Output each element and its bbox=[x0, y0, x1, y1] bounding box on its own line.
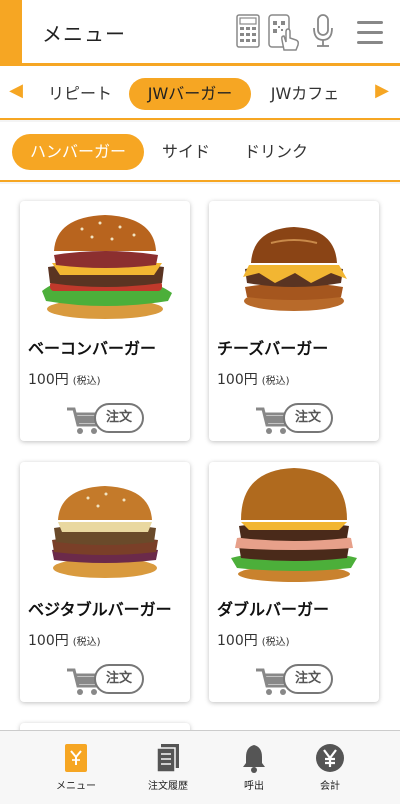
tax-note: (税込) bbox=[261, 637, 290, 648]
cheese-burger-image bbox=[211, 203, 377, 325]
scroll-left-arrow-icon[interactable]: ◀ bbox=[6, 80, 26, 102]
qr-scan-icon[interactable] bbox=[268, 14, 300, 52]
nav-label: 会計 bbox=[320, 781, 340, 792]
nav-label: 注文履歴 bbox=[148, 781, 188, 792]
microphone-icon[interactable] bbox=[312, 14, 334, 48]
product-price: 100円 (税込) bbox=[217, 369, 290, 389]
hamburger-menu-icon[interactable] bbox=[356, 18, 384, 48]
product-name: ベジタブルバーガー bbox=[28, 600, 172, 619]
tab-sub-drink[interactable]: ドリンク bbox=[232, 134, 320, 170]
product-name: ベーコンバーガー bbox=[28, 339, 157, 358]
tab-category-jw-cafe[interactable]: JWカフェ bbox=[256, 78, 354, 110]
product-grid: ベーコンバーガー 100円 (税込) 注文 チーズバーガー 100円 (税込) 注文 bbox=[0, 184, 400, 730]
price-value: 100円 bbox=[28, 633, 69, 649]
nav-item-menu[interactable]: メニュー bbox=[40, 743, 112, 799]
menu-book-icon bbox=[65, 744, 87, 772]
order-button[interactable]: 注文 bbox=[283, 664, 333, 694]
nav-label: 呼出 bbox=[244, 781, 264, 792]
product-card[interactable]: チーズバーガー 100円 (税込) 注文 bbox=[209, 201, 379, 441]
order-button[interactable]: 注文 bbox=[283, 403, 333, 433]
category-tab-bar: ◀ リピート JWバーガー JWカフェ ▶ bbox=[0, 66, 400, 120]
app-header: メニュー bbox=[0, 0, 400, 66]
tab-category-repeat[interactable]: リピート bbox=[36, 78, 124, 110]
product-price: 100円 (税込) bbox=[217, 630, 290, 650]
page-title: メニュー bbox=[42, 22, 126, 46]
nav-item-order-history[interactable]: 注文履歴 bbox=[132, 743, 204, 799]
product-card[interactable]: ベーコンバーガー 100円 (税込) 注文 bbox=[20, 201, 190, 441]
scroll-right-arrow-icon[interactable]: ▶ bbox=[372, 80, 392, 102]
order-button[interactable]: 注文 bbox=[94, 403, 144, 433]
product-name: ダブルバーガー bbox=[217, 600, 330, 619]
yen-coin-icon bbox=[316, 744, 344, 772]
order-button[interactable]: 注文 bbox=[94, 664, 144, 694]
product-card[interactable] bbox=[20, 723, 190, 730]
product-price: 100円 (税込) bbox=[28, 369, 101, 389]
nav-item-checkout[interactable]: 会計 bbox=[294, 743, 366, 799]
double-burger-image bbox=[211, 464, 377, 586]
tab-sub-side[interactable]: サイド bbox=[150, 134, 222, 170]
product-price: 100円 (税込) bbox=[28, 630, 101, 650]
price-value: 100円 bbox=[217, 372, 258, 388]
product-card[interactable]: ダブルバーガー 100円 (税込) 注文 bbox=[209, 462, 379, 702]
product-name: チーズバーガー bbox=[217, 339, 329, 358]
vegetable-burger-image bbox=[22, 464, 188, 586]
bacon-burger-image bbox=[22, 203, 188, 325]
price-value: 100円 bbox=[217, 633, 258, 649]
price-value: 100円 bbox=[28, 372, 69, 388]
tax-note: (税込) bbox=[72, 637, 101, 648]
bottom-navigation: メニュー 注文履歴 呼出 会計 bbox=[0, 730, 400, 804]
order-history-icon bbox=[156, 744, 179, 773]
tax-note: (税込) bbox=[261, 376, 290, 387]
calculator-icon[interactable] bbox=[236, 14, 260, 48]
tab-sub-hamburger[interactable]: ハンバーガー bbox=[12, 134, 144, 170]
header-accent-bar bbox=[0, 0, 22, 63]
tax-note: (税込) bbox=[72, 376, 101, 387]
product-card[interactable]: ベジタブルバーガー 100円 (税込) 注文 bbox=[20, 462, 190, 702]
nav-label: メニュー bbox=[56, 781, 96, 792]
bell-icon bbox=[243, 745, 265, 773]
nav-item-call[interactable]: 呼出 bbox=[218, 743, 290, 799]
subcategory-tab-bar: ハンバーガー サイド ドリンク bbox=[0, 122, 400, 182]
tab-category-jw-burger[interactable]: JWバーガー bbox=[129, 78, 251, 110]
